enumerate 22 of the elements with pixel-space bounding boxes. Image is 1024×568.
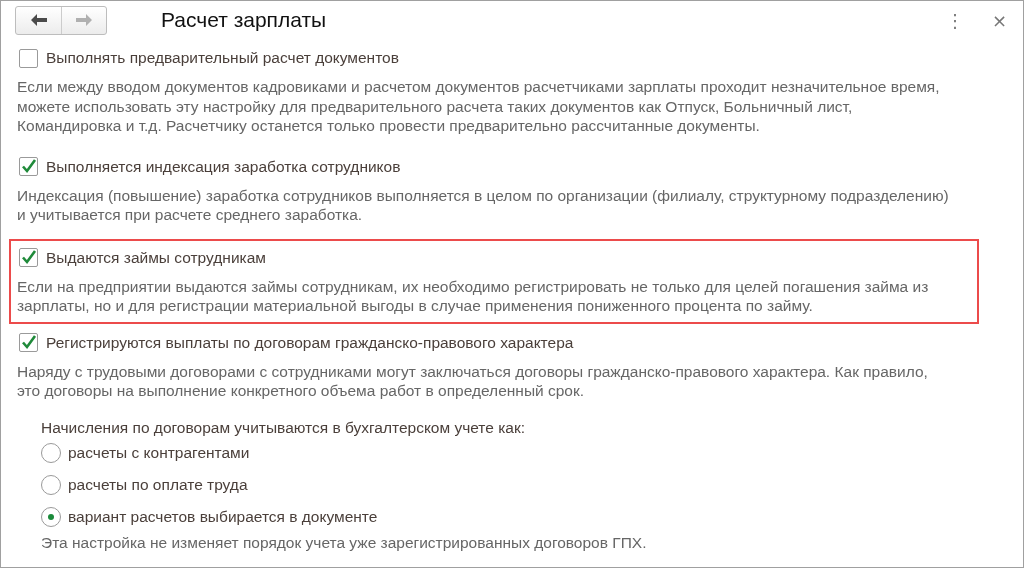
checkbox-label[interactable]: Регистрируются выплаты по договорам гражданско-правового характера <box>46 333 574 352</box>
checkbox-label[interactable]: Выполнять предварительный расчет документов <box>46 49 399 67</box>
checkbox[interactable] <box>19 157 38 176</box>
left-arrow-icon <box>30 14 47 26</box>
radio-label[interactable]: вариант расчетов выбирается в документе <box>68 507 378 526</box>
window-title: Расчет зарплаты <box>161 8 328 32</box>
checkbox-label[interactable]: Выполняется индексация заработка сотрудников <box>46 157 401 176</box>
menu-button[interactable]: ⋮ <box>939 9 970 31</box>
description-text: Индексация (повышение) заработка сотрудников выполняется в целом по организации (филиалу, структурному подразделению) и учитывается при расчете среднего заработка. <box>17 185 950 225</box>
checkbox-label[interactable]: Выдаются займы сотрудникам <box>46 248 266 267</box>
description-text: Наряду с трудовыми договорами с сотрудниками могут заключаться договоры гражданско-правового характера. Как правило, это договоры на выполнение конкретного объема работ в определенный срок. <box>17 361 929 401</box>
description-text: Если на предприятии выдаются займы сотрудникам, их необходимо регистрировать не только для целей погашения займа из зарплаты, но и для регистрации материальной выгоды в случае применения пониженного процента по займу. <box>17 276 930 316</box>
radio-label[interactable]: расчеты по оплате труда <box>68 475 248 494</box>
checkbox[interactable] <box>19 48 38 68</box>
right-arrow-icon <box>76 14 92 26</box>
close-button[interactable]: × <box>985 9 1013 31</box>
note-text: Эта настройка не изменяет порядок учета уже зарегистрированных договоров ГПХ. <box>41 532 648 552</box>
description-text: Если между вводом документов кадровиками и расчетом документов расчетчиками зарплаты проходит незначительное время, можете использовать эту настройку для предварительного расчета таких документов как Отпуск, Больничный лист, Командировка и т.д. Расчетчику останется только провести предварительно рассчитанные документы. <box>17 77 941 136</box>
radio-label[interactable]: расчеты с контрагентами <box>68 443 250 462</box>
group-caption: Начисления по договорам учитываются в бухгалтерском учете как: <box>41 418 527 437</box>
checkbox[interactable] <box>19 333 38 352</box>
checkbox[interactable] <box>19 248 38 267</box>
